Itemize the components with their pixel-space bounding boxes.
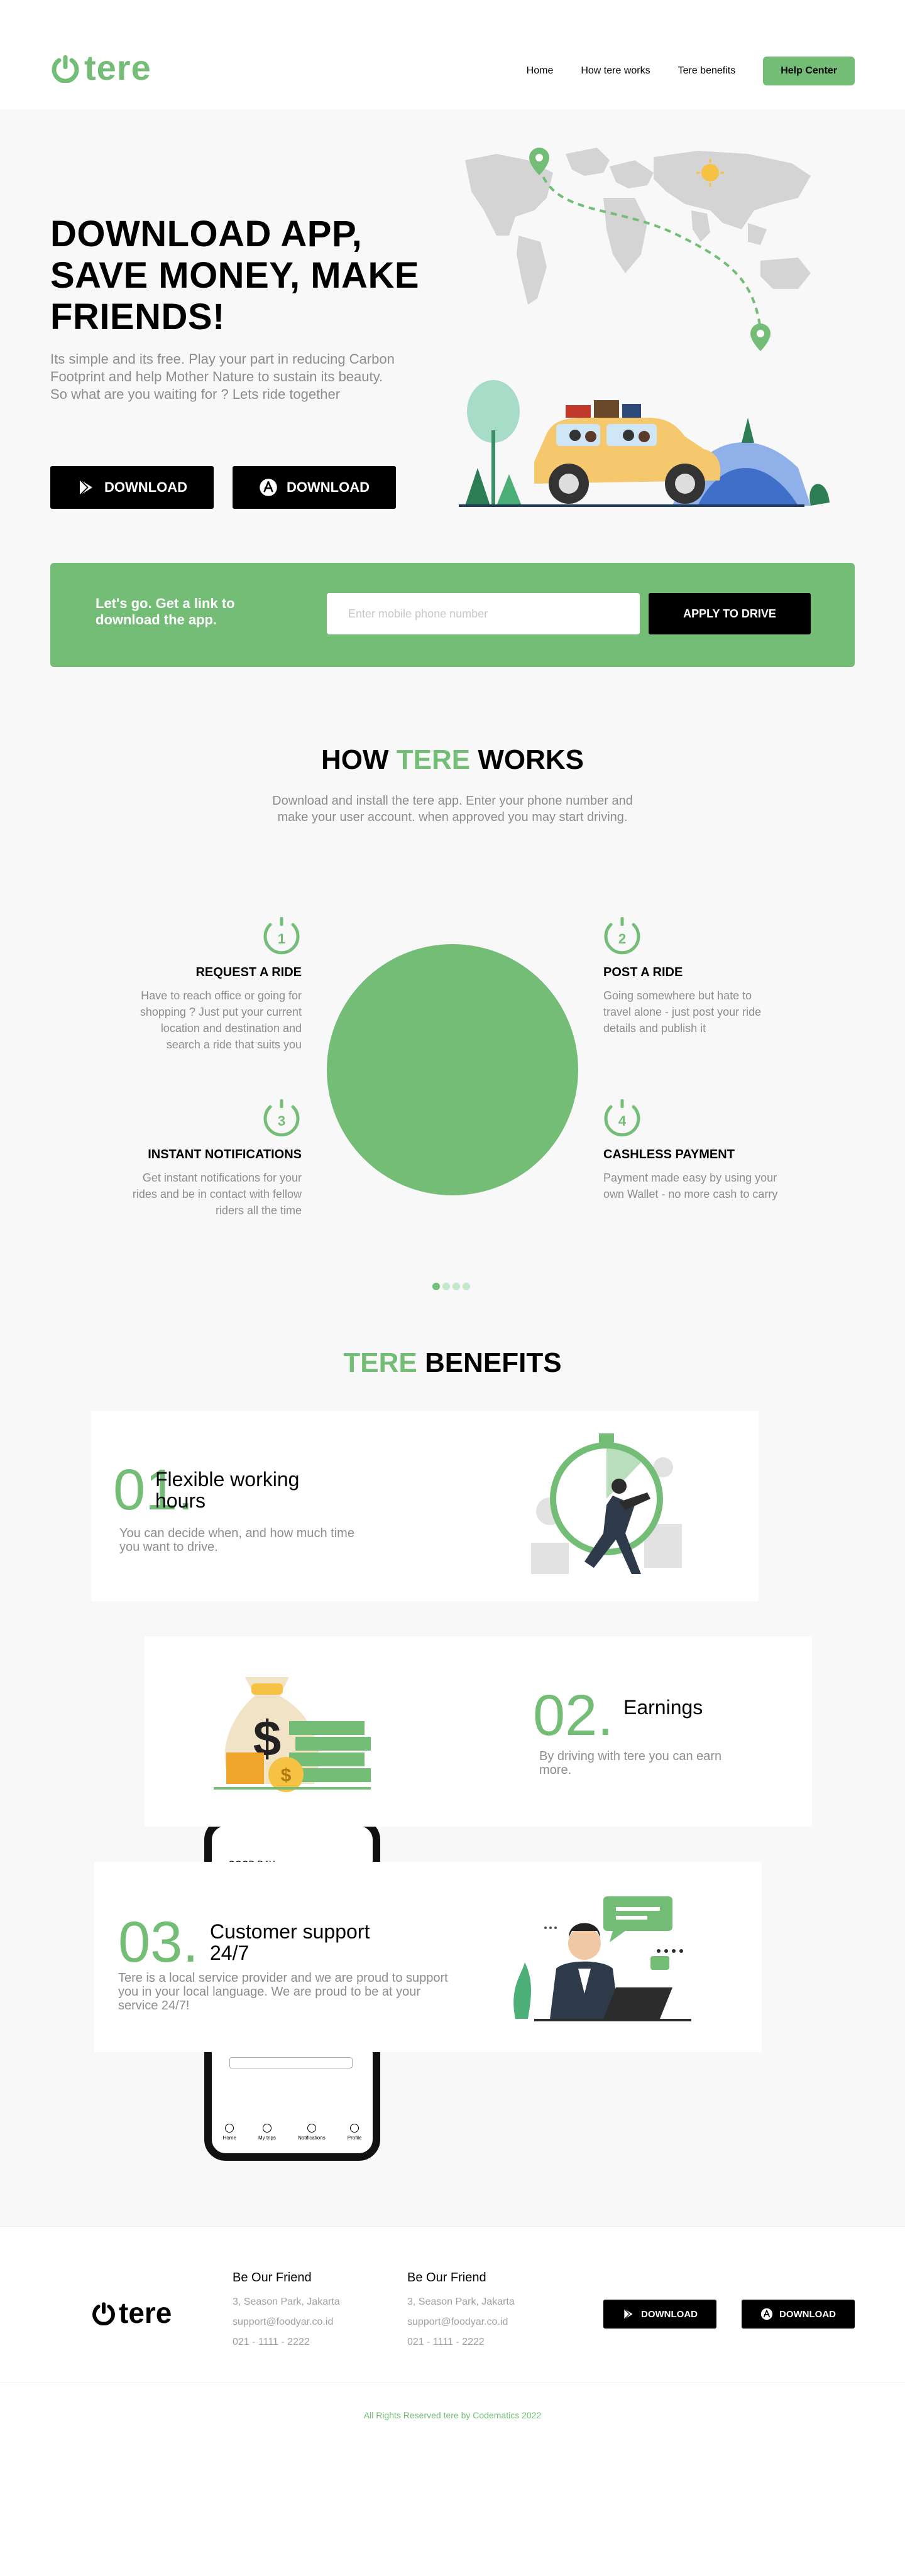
main-nav: Home How tere works Tere benefits Help C…	[527, 57, 855, 85]
phone-tab-bar: Home My trips Notifications Profile	[212, 2124, 373, 2141]
step-3-desc: Get instant notifications for your rides…	[132, 1171, 302, 1217]
world-map-car-illustration	[459, 148, 830, 507]
step-3-title: INSTANT NOTIFICATIONS	[148, 1148, 302, 1161]
mobile-phone-input[interactable]	[327, 593, 640, 634]
footer: tere Be Our Friend 3, Season Park, Jakar…	[0, 2226, 905, 2576]
step-2-icon: 2	[604, 917, 640, 955]
benefit-1-title: Flexible working hours	[155, 1468, 300, 1512]
benefit-1-desc: You can decide when, and how much time y…	[119, 1526, 354, 1554]
footer-logo[interactable]: tere	[91, 2298, 172, 2327]
step-3-number: 3	[278, 1113, 285, 1129]
apply-to-drive-button[interactable]: APPLY TO DRIVE	[649, 593, 811, 634]
copyright-text: All Rights Reserved tere by Codematics 2…	[363, 2410, 542, 2420]
benefit-2-title: Earnings	[623, 1696, 703, 1719]
hero-title: DOWNLOAD APP, SAVE MONEY, MAKE FRIENDS!	[50, 214, 420, 337]
benefit-3-desc: Tere is a local service provider and we …	[118, 1971, 448, 2013]
logo-wordmark: tere	[84, 48, 151, 87]
carousel-dot[interactable]	[432, 1283, 440, 1290]
step-1-title: REQUEST A RIDE	[195, 965, 302, 979]
benefits-title-post: BENEFITS	[425, 1347, 562, 1378]
banner-text: Let's go. Get a link to download the app…	[96, 595, 235, 628]
nav-how-link[interactable]: How tere works	[581, 65, 650, 77]
download-link-banner: Let's go. Get a link to download the app…	[50, 563, 855, 667]
footer-app-store-label: DOWNLOAD	[779, 2308, 836, 2320]
svg-text:$: $	[281, 1765, 292, 1786]
how-title-post: WORKS	[478, 744, 584, 775]
phone-button	[229, 2057, 353, 2068]
footer-address: 3, Season Park, Jakarta	[407, 2296, 515, 2307]
step-4-desc: Payment made easy by using your own Wall…	[603, 1171, 778, 1200]
phone-tab-home: Home	[223, 2124, 236, 2141]
nav-benefits-link[interactable]: Tere benefits	[678, 65, 736, 77]
step-4-number: 4	[618, 1113, 627, 1129]
phone-tab-profile: Profile	[348, 2124, 361, 2141]
footer-google-play-label: DOWNLOAD	[641, 2308, 698, 2320]
footer-logo-wordmark: tere	[119, 2296, 172, 2329]
customer-support-illustration	[513, 1896, 691, 2021]
google-play-download-button[interactable]: DOWNLOAD	[50, 466, 214, 509]
step-2-desc: Going somewhere but hate to travel alone…	[603, 989, 762, 1035]
benefit-card-1: 01. Flexible working hours You can decid…	[91, 1411, 759, 1601]
footer-phone[interactable]: 021 - 1111 - 2222	[233, 2337, 340, 2348]
carousel-dot[interactable]	[442, 1283, 450, 1290]
header: tere Home How tere works Tere benefits H…	[0, 0, 905, 109]
how-title-brand: TERE	[396, 744, 471, 775]
phone-tab-notifications: Notifications	[298, 2124, 326, 2141]
logo[interactable]: tere	[50, 50, 151, 85]
benefit-card-3: 03. Customer support 24/7 Tere is a loca…	[94, 1862, 762, 2052]
app-store-label: DOWNLOAD	[287, 479, 370, 495]
footer-column-title: Be Our Friend	[407, 2271, 486, 2285]
benefit-2-number: 02.	[533, 1683, 613, 1747]
money-bag-illustration: $ $	[214, 1677, 371, 1792]
nav-home-link[interactable]: Home	[527, 65, 554, 77]
how-subtitle: Download and install the tere app. Enter…	[272, 794, 633, 824]
step-3-icon: 3	[263, 1099, 300, 1137]
benefit-3-number: 03.	[118, 1910, 199, 1974]
step-1-icon: 1	[263, 917, 300, 955]
footer-phone[interactable]: 021 - 1111 - 2222	[407, 2337, 515, 2348]
app-store-download-button[interactable]: DOWNLOAD	[233, 466, 396, 509]
power-logo-icon	[52, 55, 79, 83]
step-4-icon: 4	[604, 1099, 640, 1137]
google-play-icon	[79, 479, 92, 496]
carousel-dot[interactable]	[463, 1283, 470, 1290]
benefit-card-2: $ $ 02. Earnings By driving with tere yo…	[145, 1636, 812, 1827]
stopwatch-runner-illustration	[531, 1433, 682, 1574]
footer-google-play-button[interactable]: DOWNLOAD	[603, 2300, 716, 2329]
footer-column-1: Be Our Friend 3, Season Park, Jakarta su…	[233, 2271, 340, 2357]
google-play-icon	[623, 2308, 633, 2320]
footer-app-store-button[interactable]: DOWNLOAD	[742, 2300, 855, 2329]
carousel-dots	[432, 1283, 470, 1290]
google-play-label: DOWNLOAD	[104, 479, 187, 495]
carousel-dot[interactable]	[452, 1283, 460, 1290]
footer-column-title: Be Our Friend	[233, 2271, 312, 2285]
benefits-section-title: TERE BENEFITS	[0, 1347, 905, 1379]
step-2-title: POST A RIDE	[603, 965, 683, 979]
footer-email[interactable]: support@foodyar.co.id	[407, 2317, 515, 2328]
hero-description: Its simple and its free. Play your part …	[50, 351, 395, 402]
step-1-desc: Have to reach office or going for shoppi…	[140, 989, 302, 1051]
how-section-title: HOW TERE WORKS	[0, 744, 905, 776]
help-center-button[interactable]: Help Center	[763, 57, 855, 85]
phone-tab-trips: My trips	[258, 2124, 276, 2141]
footer-column-2: Be Our Friend 3, Season Park, Jakarta su…	[407, 2271, 515, 2357]
page: tere Home How tere works Tere benefits H…	[0, 0, 905, 2576]
app-store-icon	[760, 2308, 773, 2320]
how-title-pre: HOW	[321, 744, 389, 775]
app-store-icon	[260, 479, 277, 496]
footer-email[interactable]: support@foodyar.co.id	[233, 2317, 340, 2328]
power-logo-icon	[92, 2302, 115, 2325]
footer-address: 3, Season Park, Jakarta	[233, 2296, 340, 2307]
benefit-2-desc: By driving with tere you can earn more.	[539, 1749, 722, 1777]
step-1-number: 1	[278, 931, 285, 947]
benefit-3-title: Customer support 24/7	[210, 1920, 370, 1964]
step-2-number: 2	[618, 931, 626, 947]
step-4-title: CASHLESS PAYMENT	[603, 1148, 735, 1161]
benefits-title-brand: TERE	[343, 1347, 417, 1378]
how-works-graphic	[327, 944, 578, 1195]
